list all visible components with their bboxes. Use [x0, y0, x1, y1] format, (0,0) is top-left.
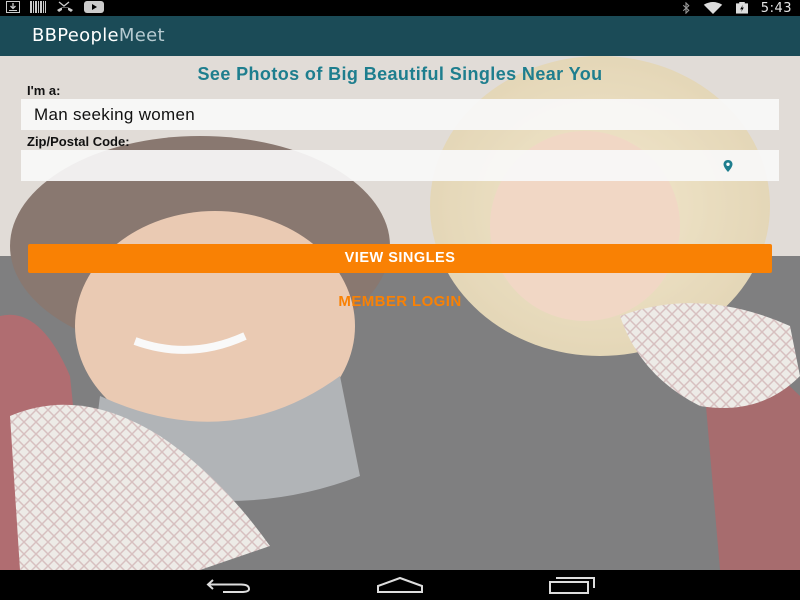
- home-icon[interactable]: [376, 576, 424, 594]
- app-title-light: Meet: [118, 25, 165, 46]
- battery-charging-icon: [735, 2, 748, 14]
- bluetooth-icon: [682, 2, 690, 14]
- zip-label: Zip/Postal Code:: [27, 134, 130, 149]
- back-icon[interactable]: [205, 576, 253, 594]
- download-icon: [6, 1, 20, 13]
- navigation-bar: [0, 570, 800, 600]
- wifi-icon: [703, 2, 723, 14]
- seeking-select[interactable]: Man seeking women: [21, 99, 779, 130]
- missed-call-icon: [57, 1, 73, 12]
- location-pin-icon[interactable]: [721, 159, 735, 173]
- action-bar: BBPeopleMeet: [0, 16, 800, 56]
- view-singles-button[interactable]: VIEW SINGLES: [28, 244, 772, 273]
- zip-input[interactable]: [21, 150, 779, 181]
- app-title-bold: BBPeople: [32, 25, 119, 46]
- iam-label: I'm a:: [27, 83, 61, 98]
- recent-apps-icon[interactable]: [548, 576, 596, 594]
- youtube-icon: [84, 1, 104, 13]
- seeking-value: Man seeking women: [34, 105, 196, 124]
- page-headline: See Photos of Big Beautiful Singles Near…: [197, 64, 603, 84]
- main-content: See Photos of Big Beautiful Singles Near…: [0, 56, 800, 570]
- app-title: BBPeopleMeet: [32, 25, 165, 46]
- status-bar: 5:43: [0, 0, 800, 16]
- status-time: 5:43: [760, 0, 792, 16]
- barcode-icon: [30, 1, 46, 13]
- member-login-link[interactable]: MEMBER LOGIN: [0, 293, 800, 310]
